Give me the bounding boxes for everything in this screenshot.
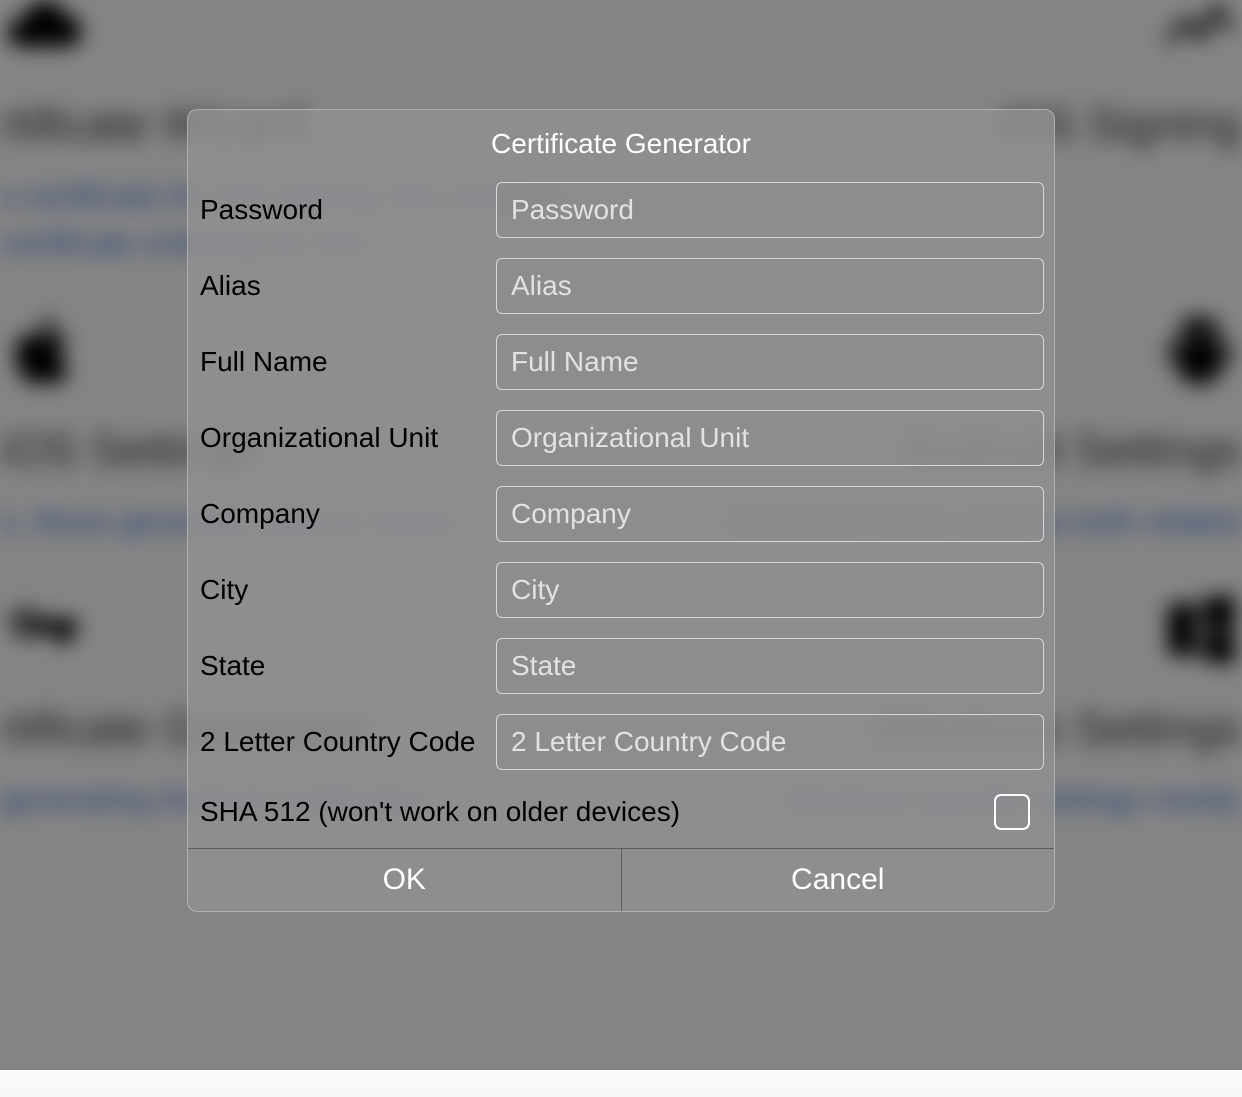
modal-overlay: Certificate Generator Password Alias Ful…	[0, 0, 1242, 1070]
state-row: State	[198, 638, 1044, 694]
country-code-input[interactable]	[496, 714, 1044, 770]
company-row: Company	[198, 486, 1044, 542]
dialog-title: Certificate Generator	[188, 110, 1054, 182]
city-input[interactable]	[496, 562, 1044, 618]
city-row: City	[198, 562, 1044, 618]
dialog-buttons: OK Cancel	[188, 848, 1054, 911]
alias-row: Alias	[198, 258, 1044, 314]
alias-label: Alias	[198, 270, 496, 302]
sha512-checkbox[interactable]	[994, 794, 1030, 830]
city-label: City	[198, 574, 496, 606]
full-name-row: Full Name	[198, 334, 1044, 390]
sha512-row: SHA 512 (won't work on older devices)	[198, 790, 1044, 848]
full-name-label: Full Name	[198, 346, 496, 378]
ok-button[interactable]: OK	[188, 849, 622, 911]
password-row: Password	[198, 182, 1044, 238]
sha512-label: SHA 512 (won't work on older devices)	[200, 796, 680, 828]
alias-input[interactable]	[496, 258, 1044, 314]
org-unit-input[interactable]	[496, 410, 1044, 466]
full-name-input[interactable]	[496, 334, 1044, 390]
org-unit-row: Organizational Unit	[198, 410, 1044, 466]
cancel-button[interactable]: Cancel	[622, 849, 1055, 911]
country-code-label: 2 Letter Country Code	[198, 726, 496, 758]
company-label: Company	[198, 498, 496, 530]
country-code-row: 2 Letter Country Code	[198, 714, 1044, 770]
org-unit-label: Organizational Unit	[198, 422, 496, 454]
dialog-body: Password Alias Full Name Organizational …	[188, 182, 1054, 848]
certificate-generator-dialog: Certificate Generator Password Alias Ful…	[187, 109, 1055, 912]
password-input[interactable]	[496, 182, 1044, 238]
company-input[interactable]	[496, 486, 1044, 542]
password-label: Password	[198, 194, 496, 226]
state-input[interactable]	[496, 638, 1044, 694]
state-label: State	[198, 650, 496, 682]
